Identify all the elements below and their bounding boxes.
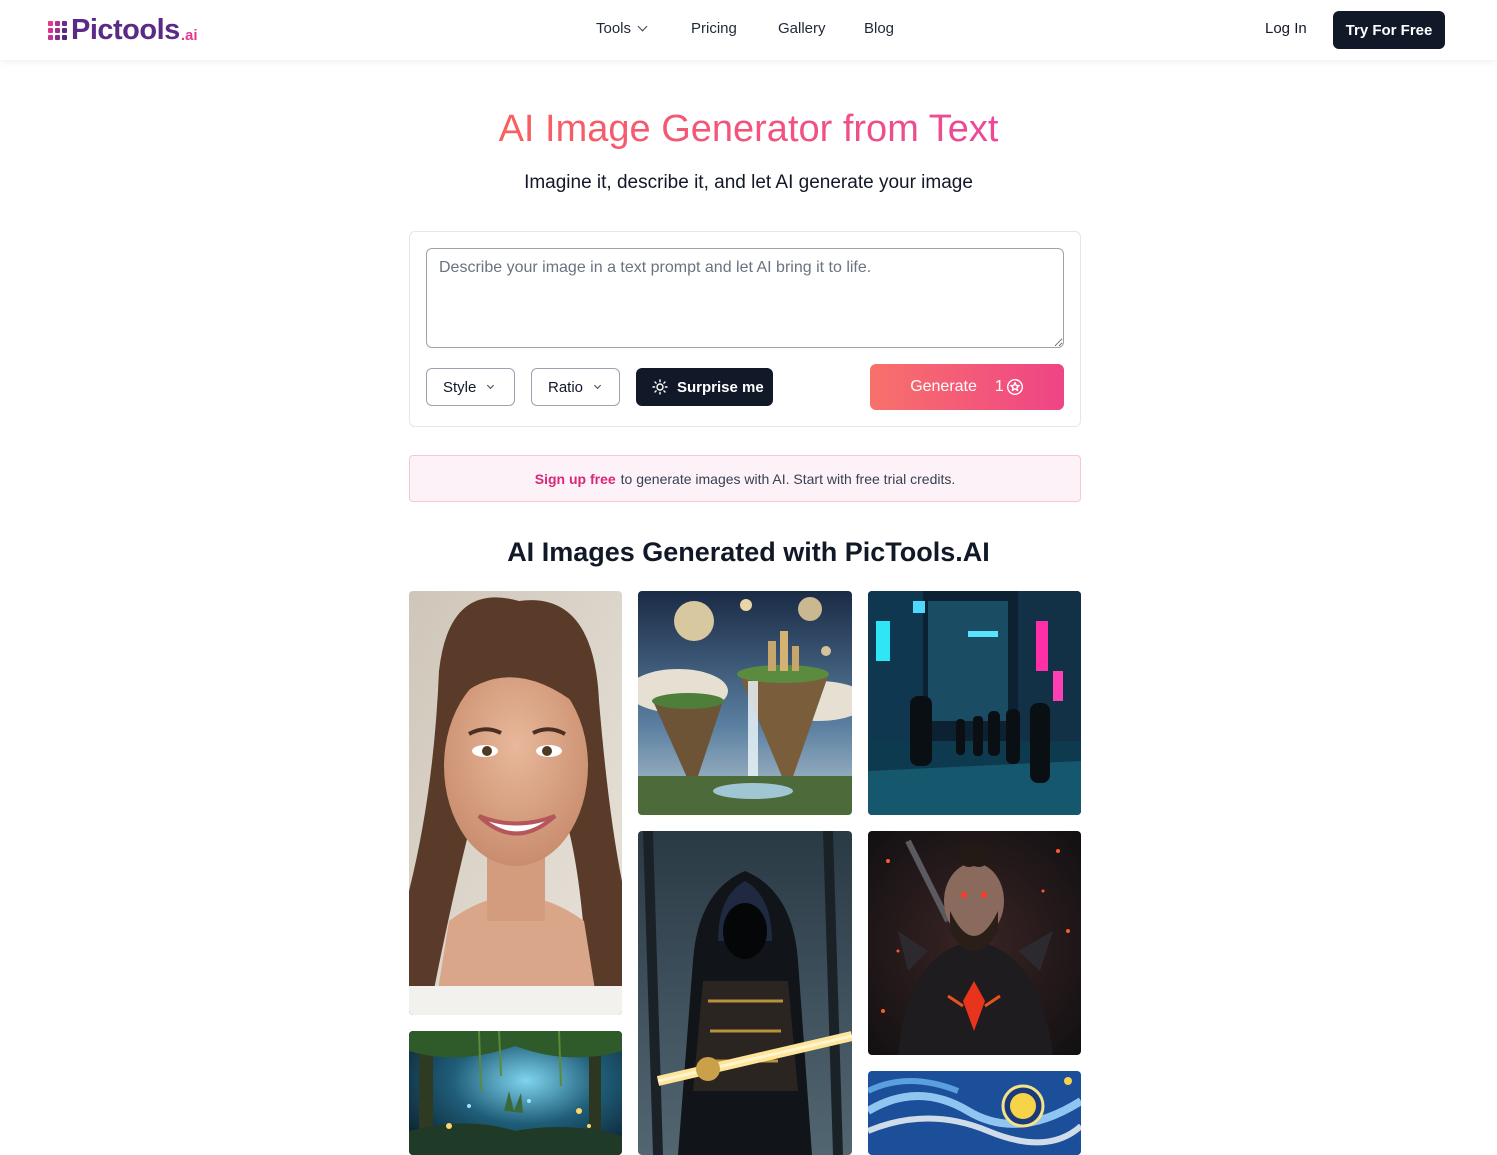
chevron-down-icon [593, 381, 602, 389]
gallery-image-starry-swirl[interactable] [868, 1071, 1081, 1155]
ratio-dropdown-label: Ratio [548, 378, 584, 396]
logo-text: Pictools [71, 13, 180, 46]
credit-cost-value: 1 [994, 378, 1004, 395]
nav-tools[interactable]: Tools [596, 20, 648, 37]
gallery-image-floating-island[interactable] [638, 591, 852, 815]
gallery-image-armored-warrior[interactable] [868, 831, 1081, 1055]
page-subtitle: Imagine it, describe it, and let AI gene… [524, 172, 973, 193]
style-dropdown-label: Style [443, 378, 477, 396]
page-title: AI Image Generator from Text [0, 108, 1497, 151]
logo[interactable]: Pictools .ai [48, 13, 198, 47]
gallery-image-cyberpunk-street[interactable] [868, 591, 1081, 815]
site-header: Pictools .ai Tools Pricing Gallery Blog … [0, 0, 1497, 60]
nav-gallery[interactable]: Gallery [778, 20, 826, 37]
signup-banner-text: to generate images with AI. Start with f… [620, 470, 956, 487]
generator-card: Style Ratio Surprise me Generate 1 [409, 231, 1081, 427]
generate-label: Generate [910, 378, 977, 395]
try-for-free-button[interactable]: Try For Free [1333, 11, 1445, 49]
surprise-me-button[interactable]: Surprise me [636, 368, 773, 406]
generate-button[interactable]: Generate 1 [870, 364, 1064, 410]
signup-banner: Sign up free to generate images with AI.… [409, 455, 1081, 502]
prompt-input[interactable] [426, 248, 1064, 348]
nav-tools-label: Tools [596, 20, 632, 37]
chevron-down-icon [487, 381, 495, 389]
sun-icon [652, 379, 668, 395]
style-dropdown[interactable]: Style [426, 368, 515, 406]
credit-cost: 1 [995, 378, 1024, 396]
ratio-dropdown[interactable]: Ratio [531, 368, 620, 406]
sign-up-free-link[interactable]: Sign up free [535, 471, 616, 487]
page-title-text: AI Image Generator from Text [498, 108, 999, 150]
gallery-title: AI Images Generated with PicTools.AI [507, 537, 990, 567]
chevron-down-icon [637, 21, 648, 32]
surprise-me-label: Surprise me [677, 378, 764, 396]
gallery-image-enchanted-jungle[interactable] [409, 1031, 622, 1155]
login-link[interactable]: Log In [1265, 20, 1307, 37]
logo-suffix: .ai [180, 26, 198, 44]
nav-blog[interactable]: Blog [864, 20, 894, 37]
logo-grid-icon [48, 20, 67, 40]
gallery-image-hooded-knight[interactable] [638, 831, 852, 1155]
nav-pricing[interactable]: Pricing [691, 20, 737, 37]
credit-coin-icon [1006, 378, 1023, 396]
gallery-image-portrait[interactable] [409, 591, 622, 1015]
